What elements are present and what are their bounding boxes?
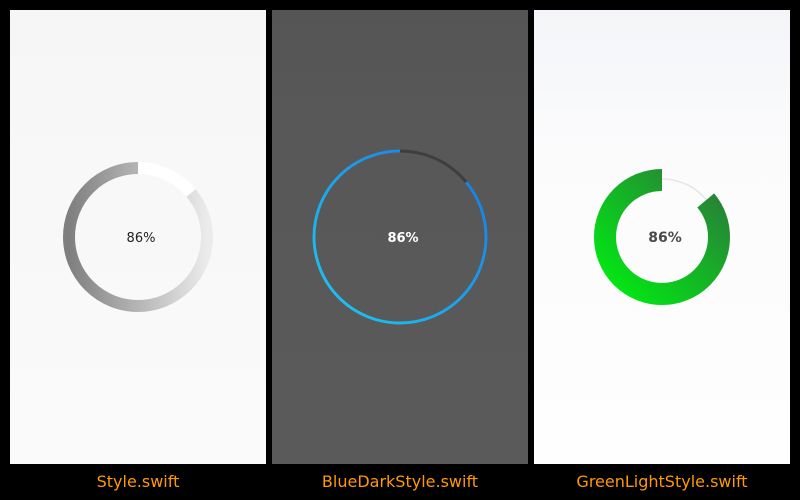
style-preview-panel: 86% [10,10,266,464]
progress-percent-label: 86% [387,231,418,246]
caption-style-swift: Style.swift [96,472,180,491]
progress-percent-label: 86% [127,231,156,246]
progress-ring-green-light: 86% [594,169,730,305]
caption-green-light-style-swift: GreenLightStyle.swift [576,472,748,491]
progress-percent-label: 86% [648,230,682,246]
green-light-style-preview-panel: 86% [534,10,790,464]
caption-blue-dark-style-swift: BlueDarkStyle.swift [321,472,479,491]
progress-ring-style: 86% [63,162,213,312]
progress-ring-blue-dark: 86% [312,149,488,325]
blue-dark-style-preview-panel: 86% [272,10,528,464]
